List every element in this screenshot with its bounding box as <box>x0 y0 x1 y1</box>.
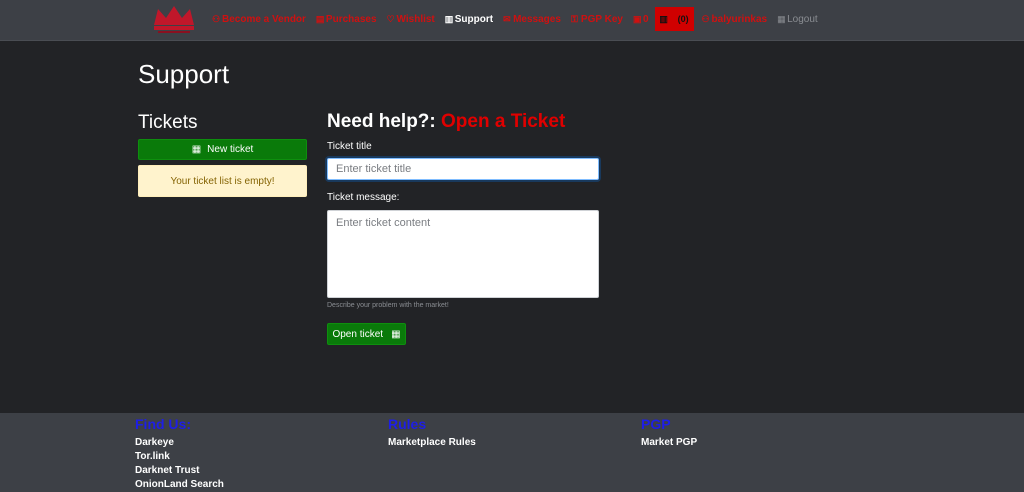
envelope-icon: ✉ <box>503 13 511 24</box>
ticket-title-label: Ticket title <box>327 141 372 152</box>
open-ticket-label: Open ticket <box>332 328 384 340</box>
footer-find-us: Find Us: Darkeye Tor.link Darknet Trust … <box>135 416 224 492</box>
logout-icon: ▦ <box>777 13 786 24</box>
nav-wishlist[interactable]: ♡ Wishlist <box>387 14 435 25</box>
crown-logo-icon <box>154 6 194 33</box>
footer-link[interactable]: OnionLand Search <box>135 478 224 492</box>
nav-wallet[interactable]: ▣ 0 <box>633 14 649 25</box>
cart-icon: ▤ <box>315 13 325 24</box>
nav-messages[interactable]: ✉ Messages <box>503 14 561 25</box>
nav-user-profile[interactable]: ⚇ balyurinkas <box>702 14 768 25</box>
empty-tickets-alert: Your ticket list is empty! <box>138 165 307 197</box>
nav-label: Wishlist <box>396 13 435 25</box>
ticket-icon: ▦ <box>191 144 202 155</box>
market-logo[interactable] <box>150 3 198 35</box>
top-navbar: ⚇ Become a Vendor ▤ Purchases ♡ Wishlist… <box>0 0 1024 41</box>
footer-link[interactable]: Darknet Trust <box>135 464 224 478</box>
footer-link[interactable]: Darkeye <box>135 436 224 450</box>
nav-pgp-key[interactable]: ⚿ PGP Key <box>571 14 623 25</box>
message-help-text: Describe your problem with the market! <box>327 302 449 309</box>
form-heading-prefix: Need help?: <box>327 111 436 132</box>
nav-support[interactable]: ▥ Support <box>445 14 493 25</box>
support-icon: ▥ <box>444 13 454 24</box>
nav-label: PGP Key <box>580 13 623 25</box>
open-ticket-button[interactable]: Open ticket ▦ <box>327 323 406 345</box>
nav-label: balyurinkas <box>711 13 768 25</box>
ticket-title-input[interactable] <box>327 158 599 180</box>
form-heading: Need help?: Open a Ticket <box>327 111 565 133</box>
nav-menu: ⚇ Become a Vendor ▤ Purchases ♡ Wishlist… <box>212 0 828 38</box>
nav-purchases[interactable]: ▤ Purchases <box>316 14 377 25</box>
footer-link[interactable]: Market PGP <box>641 436 697 450</box>
nav-label: 0 <box>642 13 649 25</box>
form-heading-accent: Open a Ticket <box>441 111 566 132</box>
heart-icon: ♡ <box>386 13 395 24</box>
nav-logout[interactable]: ▦ Logout <box>777 14 818 25</box>
user-icon: ⚇ <box>701 13 710 24</box>
footer-heading: Rules <box>388 416 427 432</box>
footer-link[interactable]: Tor.link <box>135 450 224 464</box>
key-icon: ⚿ <box>570 13 578 24</box>
nav-label: Purchases <box>325 13 377 25</box>
tickets-heading: Tickets <box>138 112 198 133</box>
bell-icon: ▥ <box>659 13 668 24</box>
footer-heading: PGP <box>641 416 671 432</box>
nav-become-vendor[interactable]: ⚇ Become a Vendor <box>212 14 306 25</box>
footer-link[interactable]: Marketplace Rules <box>388 436 476 450</box>
notifications-button[interactable]: ▥ (0) <box>654 7 694 31</box>
ticket-icon: ▦ <box>391 328 401 340</box>
user-icon: ⚇ <box>212 13 221 24</box>
notification-count: (0) <box>677 14 689 24</box>
nav-label: Support <box>454 13 494 25</box>
footer-heading: Find Us: <box>135 416 191 432</box>
ticket-message-label: Ticket message: <box>327 192 400 203</box>
new-ticket-button[interactable]: ▦ New ticket <box>138 139 307 160</box>
nav-label: Messages <box>513 13 561 25</box>
page-title: Support <box>138 59 230 89</box>
nav-label: Logout <box>787 13 818 25</box>
wallet-icon: ▣ <box>632 13 642 24</box>
nav-label: Become a Vendor <box>222 13 306 25</box>
footer-rules: Rules Marketplace Rules <box>388 416 476 450</box>
page-footer: Find Us: Darkeye Tor.link Darknet Trust … <box>0 413 1024 492</box>
footer-pgp: PGP Market PGP <box>641 416 697 450</box>
ticket-message-textarea[interactable] <box>327 210 599 298</box>
new-ticket-label: New ticket <box>207 144 254 155</box>
